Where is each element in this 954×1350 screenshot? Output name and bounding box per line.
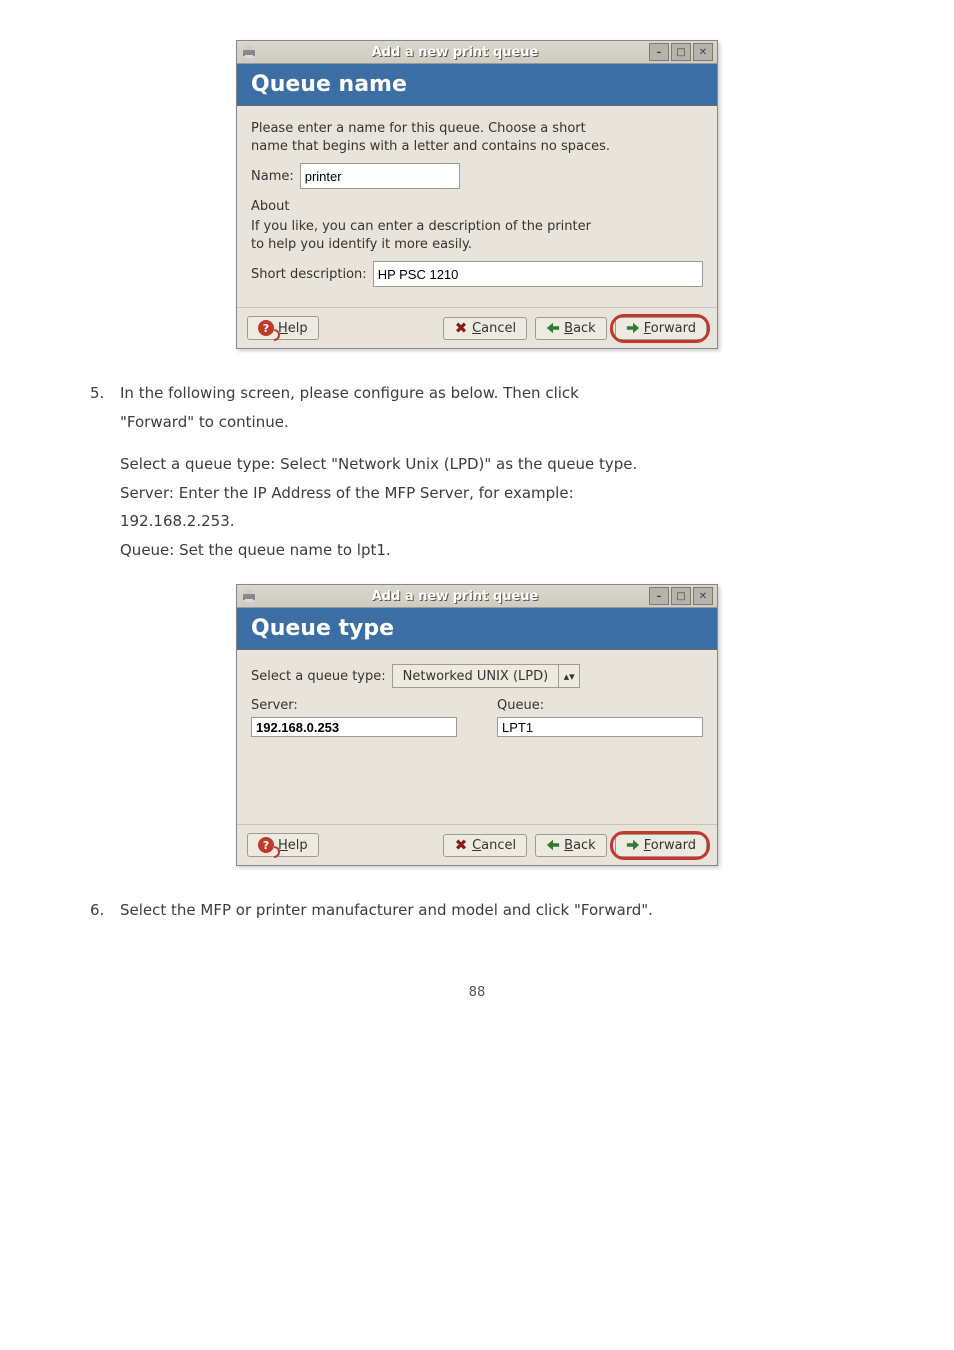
titlebar: Add a new print queue – □ ✕	[237, 585, 717, 608]
minimize-button[interactable]: –	[649, 587, 669, 605]
maximize-button[interactable]: □	[671, 43, 691, 61]
minimize-button[interactable]: –	[649, 43, 669, 61]
forward-button[interactable]: Forward	[615, 317, 707, 340]
cancel-icon: ✖	[454, 321, 468, 335]
button-bar: ? Help ✖ Cancel Back Forward	[237, 824, 717, 865]
dialog-body: Select a queue type: Networked UNIX (LPD…	[237, 650, 717, 824]
step-5-text: In the following screen, please configur…	[120, 379, 874, 436]
back-button[interactable]: Back	[535, 317, 607, 340]
cancel-icon: ✖	[454, 838, 468, 852]
step-6-text: Select the MFP or printer manufacturer a…	[120, 896, 874, 925]
server-input[interactable]	[251, 717, 457, 737]
cancel-button[interactable]: ✖ Cancel	[443, 317, 527, 340]
name-row: Name:	[251, 163, 703, 189]
wizard-banner: Queue type	[237, 608, 717, 650]
dialog-queue-name: Add a new print queue – □ ✕ Queue name P…	[236, 40, 718, 349]
close-button[interactable]: ✕	[693, 587, 713, 605]
shortdesc-input[interactable]	[373, 261, 703, 287]
dialog-queue-type: Add a new print queue – □ ✕ Queue type S…	[236, 584, 718, 866]
queue-input[interactable]	[497, 717, 703, 737]
back-button[interactable]: Back	[535, 834, 607, 857]
arrow-right-icon	[626, 838, 640, 852]
server-label: Server:	[251, 698, 457, 713]
chevron-updown-icon: ▴▾	[558, 665, 579, 687]
close-button[interactable]: ✕	[693, 43, 713, 61]
queue-type-row: Select a queue type: Networked UNIX (LPD…	[251, 664, 703, 688]
shortdesc-row: Short description:	[251, 261, 703, 287]
queue-label: Queue:	[497, 698, 703, 713]
wizard-banner: Queue name	[237, 64, 717, 106]
help-icon: ?	[258, 320, 274, 336]
help-button[interactable]: ? Help	[247, 833, 319, 857]
maximize-button[interactable]: □	[671, 587, 691, 605]
page-number: 88	[80, 985, 874, 1000]
dialog-body: Please enter a name for this queue. Choo…	[237, 106, 717, 307]
window-title: Add a new print queue	[261, 589, 649, 604]
titlebar: Add a new print queue – □ ✕	[237, 41, 717, 64]
printer-icon	[241, 588, 257, 604]
arrow-left-icon	[546, 838, 560, 852]
combo-text: Networked UNIX (LPD)	[393, 669, 559, 684]
server-queue-columns: Server: Queue:	[251, 698, 703, 737]
about-text: If you like, you can enter a description…	[251, 218, 703, 253]
arrow-left-icon	[546, 321, 560, 335]
help-button[interactable]: ? HHelpelp	[247, 316, 319, 340]
about-heading: About	[251, 199, 703, 214]
button-bar: ? HHelpelp ✖ Cancel Back Forward	[237, 307, 717, 348]
queue-type-combo[interactable]: Networked UNIX (LPD) ▴▾	[392, 664, 581, 688]
step-5-details: Select a queue type: Select "Network Uni…	[80, 450, 874, 564]
name-input[interactable]	[300, 163, 460, 189]
cancel-button[interactable]: ✖ Cancel	[443, 834, 527, 857]
shortdesc-label: Short description:	[251, 267, 367, 282]
instruction-text: Please enter a name for this queue. Choo…	[251, 120, 703, 155]
name-label: Name:	[251, 169, 294, 184]
forward-button[interactable]: Forward	[615, 834, 707, 857]
window-title: Add a new print queue	[261, 45, 649, 60]
select-queue-label: Select a queue type:	[251, 669, 386, 684]
window-controls: – □ ✕	[649, 43, 713, 61]
printer-icon	[241, 44, 257, 60]
arrow-right-icon	[626, 321, 640, 335]
window-controls: – □ ✕	[649, 587, 713, 605]
help-icon: ?	[258, 837, 274, 853]
